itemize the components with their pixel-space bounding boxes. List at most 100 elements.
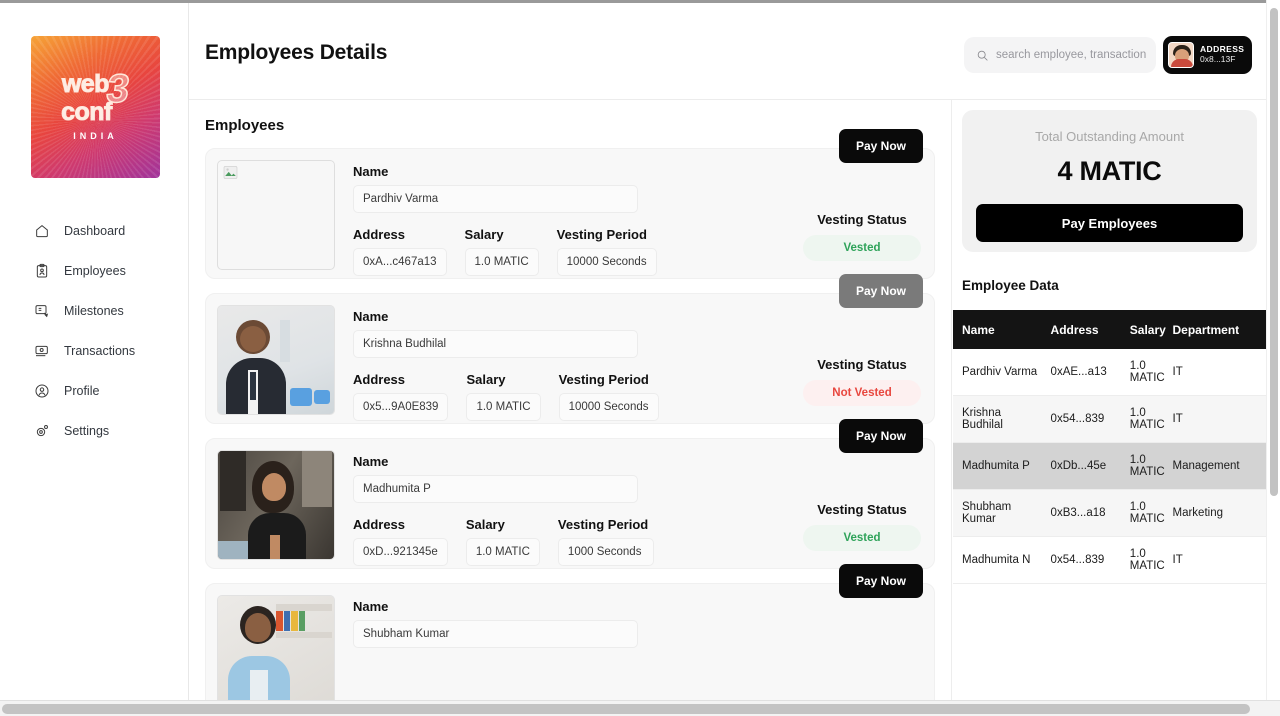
meta-address: Address 0xA...c467a13	[353, 227, 447, 276]
pay-employees-button[interactable]: Pay Employees	[976, 204, 1243, 242]
avatar	[1168, 42, 1194, 68]
employee-data-title: Employee Data	[962, 278, 1059, 293]
label-address: Address	[353, 517, 406, 532]
employee-name-value[interactable]: Krishna Budhilal	[353, 330, 638, 358]
horizontal-scrollbar-thumb[interactable]	[2, 704, 1250, 714]
meta-address: Address 0xD...921345e	[353, 517, 448, 566]
label-salary: Salary	[464, 227, 504, 242]
employee-card: Name Madhumita P Address 0xD...921345e S…	[205, 438, 935, 569]
outstanding-label: Total Outstanding Amount	[1035, 129, 1184, 144]
table-row[interactable]: Pardhiv Varma 0xAE...a13 1.0 MATIC IT	[953, 349, 1266, 396]
vesting-status-block: Vesting Status Vested	[803, 212, 921, 261]
employee-photo	[217, 450, 335, 560]
employee-card-wrapper: Pay Now Name Krishna Budhilal Address 0x…	[205, 274, 935, 424]
meta-address: Address 0x5...9A0E839	[353, 372, 449, 421]
employee-name-value[interactable]: Madhumita P	[353, 475, 638, 503]
employee-name-value[interactable]: Pardhiv Varma	[353, 185, 638, 213]
sidebar-item-dashboard[interactable]: Dashboard	[0, 211, 189, 251]
employee-card: Name Pardhiv Varma Address 0xA...c467a13…	[205, 148, 935, 279]
cell-salary: 1.0 MATIC	[1129, 349, 1173, 396]
pay-now-button[interactable]: Pay Now	[839, 129, 923, 163]
outstanding-card: Total Outstanding Amount 4 MATIC Pay Emp…	[962, 110, 1257, 252]
label-vesting-status: Vesting Status	[817, 212, 907, 227]
label-vesting-status: Vesting Status	[817, 502, 907, 517]
cell-address: 0xDb...45e	[1050, 442, 1130, 490]
employee-card-wrapper: Pay Now Name Pardhiv Varma Address 0xA..…	[205, 129, 935, 279]
meta-vesting-period: Vesting Period 10000 Seconds	[556, 227, 657, 276]
table-row[interactable]: Madhumita P 0xDb...45e 1.0 MATIC Managem…	[953, 442, 1266, 490]
employee-vesting-period-value: 1000 Seconds	[557, 538, 654, 566]
broken-image-icon	[223, 166, 238, 179]
cell-address: 0xAE...a13	[1050, 349, 1130, 396]
label-address: Address	[353, 372, 406, 387]
home-icon	[32, 221, 52, 241]
cell-name: Madhumita P	[953, 442, 1051, 490]
employee-card-wrapper: Pay Now Name Madhumita P Address 0xD...9…	[205, 419, 935, 569]
cell-department: IT	[1172, 349, 1266, 396]
cell-name: Madhumita N	[953, 536, 1051, 584]
cell-salary: 1.0 MATIC	[1129, 536, 1173, 584]
employee-photo	[217, 305, 335, 415]
column-header-name[interactable]: Name	[953, 310, 1051, 349]
cell-address: 0x54...839	[1050, 395, 1130, 443]
cell-name: Shubham Kumar	[953, 489, 1051, 537]
banknote-icon	[32, 341, 52, 361]
meta-vesting-period: Vesting Period 1000 Seconds	[557, 517, 654, 566]
sidebar-item-employees[interactable]: Employees	[0, 251, 189, 291]
employee-data-table: Name Address Salary Department Pardhiv V…	[953, 310, 1266, 584]
employee-vesting-period-value: 10000 Seconds	[558, 393, 659, 421]
cell-department: IT	[1172, 395, 1266, 443]
photo-man-suit	[218, 306, 334, 414]
pay-now-button[interactable]: Pay Now	[839, 274, 923, 308]
page-title: Employees Details	[205, 41, 388, 64]
photo-woman	[218, 451, 334, 559]
logo-sub-india: INDIA	[73, 131, 118, 141]
cell-department: Management	[1172, 442, 1266, 490]
sidebar-nav: Dashboard Employees Milestones Transacti…	[0, 211, 189, 451]
table-row[interactable]: Madhumita N 0x54...839 1.0 MATIC IT	[953, 536, 1266, 584]
pay-now-button[interactable]: Pay Now	[839, 564, 923, 598]
sidebar-item-settings[interactable]: Settings	[0, 411, 189, 451]
search-input[interactable]	[996, 49, 1146, 61]
sidebar-item-label: Milestones	[64, 304, 124, 318]
employee-name-value[interactable]: Shubham Kumar	[353, 620, 638, 648]
cell-address: 0xB3...a18	[1050, 489, 1130, 537]
column-header-salary[interactable]: Salary	[1129, 310, 1173, 349]
table-row[interactable]: Shubham Kumar 0xB3...a18 1.0 MATIC Marke…	[953, 489, 1266, 537]
address-value: 0x8...13F	[1200, 54, 1236, 64]
label-name: Name	[353, 164, 389, 179]
employee-salary-value: 1.0 MATIC	[465, 538, 540, 566]
label-salary: Salary	[466, 372, 506, 387]
horizontal-scrollbar[interactable]	[0, 700, 1280, 716]
cell-name: Pardhiv Varma	[953, 349, 1051, 396]
address-chip[interactable]: ADDRESS 0x8...13F	[1163, 36, 1252, 74]
vertical-scrollbar-thumb[interactable]	[1270, 8, 1278, 496]
employee-salary-value: 1.0 MATIC	[464, 248, 539, 276]
table-header-row: Name Address Salary Department	[953, 310, 1266, 349]
logo-word-conf: conf	[61, 98, 113, 126]
sidebar-item-label: Settings	[64, 424, 110, 438]
app-logo: web 3 conf INDIA	[31, 36, 160, 178]
label-address: Address	[353, 227, 406, 242]
vertical-scrollbar[interactable]	[1266, 0, 1280, 700]
employee-card-wrapper: Pay Now Name Shubham Kumar	[205, 564, 935, 700]
sidebar-item-transactions[interactable]: Transactions	[0, 331, 189, 371]
sidebar-item-profile[interactable]: Profile	[0, 371, 189, 411]
cell-salary: 1.0 MATIC	[1129, 395, 1173, 443]
meta-salary: Salary 1.0 MATIC	[466, 372, 541, 421]
column-header-department[interactable]: Department	[1172, 310, 1266, 349]
pay-now-button[interactable]: Pay Now	[839, 419, 923, 453]
status-badge: Vested	[803, 235, 921, 261]
cell-address: 0x54...839	[1050, 536, 1130, 584]
sidebar-item-milestones[interactable]: Milestones	[0, 291, 189, 331]
meta-salary: Salary 1.0 MATIC	[464, 227, 539, 276]
photo-man-shelf	[218, 596, 334, 700]
employee-address-value: 0x5...9A0E839	[353, 393, 449, 421]
label-name: Name	[353, 454, 389, 469]
table-row[interactable]: Krishna Budhilal 0x54...839 1.0 MATIC IT	[953, 395, 1266, 443]
search-box[interactable]	[964, 37, 1156, 73]
summary-panel: Total Outstanding Amount 4 MATIC Pay Emp…	[953, 100, 1266, 700]
column-header-address[interactable]: Address	[1050, 310, 1130, 349]
milestone-icon	[32, 301, 52, 321]
outstanding-amount: 4 MATIC	[1057, 156, 1162, 186]
